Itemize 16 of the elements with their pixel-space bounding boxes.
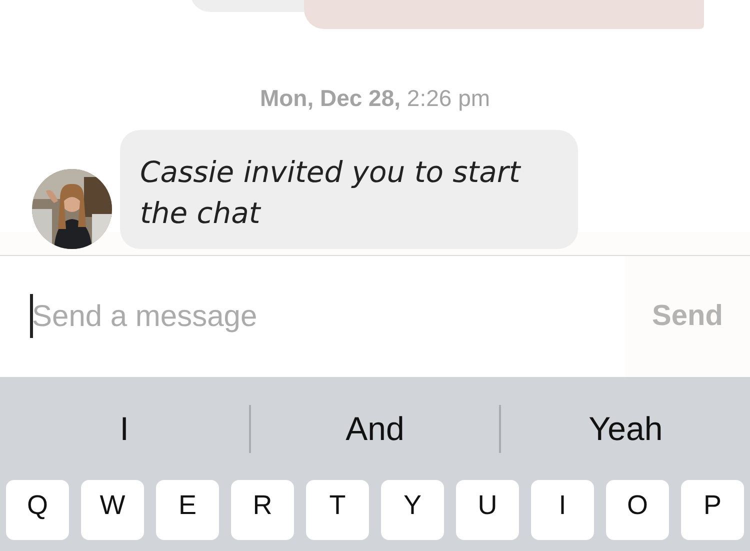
word-suggestion[interactable]: And [346, 410, 404, 448]
keyboard-key[interactable]: T [306, 480, 369, 540]
keyboard-key[interactable]: I [531, 480, 594, 540]
keyboard-key[interactable]: E [156, 480, 219, 540]
keyboard-key[interactable]: O [606, 480, 669, 540]
keyboard-key[interactable]: R [231, 480, 294, 540]
word-suggestion[interactable]: Yeah [588, 410, 663, 448]
keyboard-key[interactable]: U [456, 480, 519, 540]
keyboard-key[interactable]: Y [381, 480, 444, 540]
message-field[interactable]: Send a message [30, 300, 592, 334]
word-suggestion[interactable]: I [120, 410, 129, 448]
timestamp: Mon, Dec 28, 2:26 pm [260, 85, 490, 111]
keyboard-key[interactable]: Q [6, 480, 69, 540]
message-bubble: Cassie invited you to start the chat [120, 130, 578, 249]
keyboard-key[interactable]: P [681, 480, 744, 540]
keyboard-key[interactable]: W [81, 480, 144, 540]
